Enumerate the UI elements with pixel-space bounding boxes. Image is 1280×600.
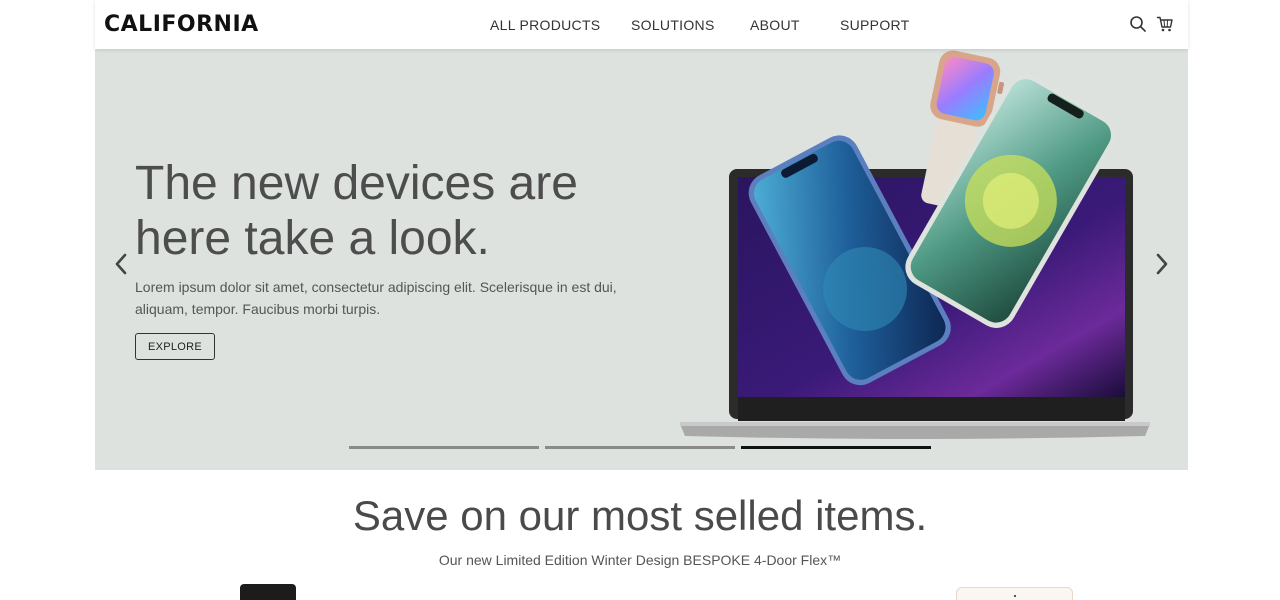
site-header: CALIFORNIA ALL PRODUCTS SOLUTIONS ABOUT …	[95, 0, 1188, 49]
cart-icon[interactable]	[1156, 15, 1174, 33]
hero-description: Lorem ipsum dolor sit amet, consectetur …	[135, 279, 617, 317]
carousel-indicator-1[interactable]	[349, 446, 539, 449]
product-image-right[interactable]	[956, 587, 1073, 600]
carousel-next-arrow-icon[interactable]	[1150, 249, 1174, 279]
carousel-prev-arrow-icon[interactable]	[109, 249, 133, 279]
brand-logo[interactable]: CALIFORNIA	[104, 12, 259, 38]
devices-hero-image	[680, 50, 1150, 439]
nav-item-solutions[interactable]: SOLUTIONS	[631, 17, 715, 33]
carousel-indicator-3[interactable]	[741, 446, 931, 449]
product-image-left[interactable]	[240, 584, 296, 600]
product-dot	[1014, 595, 1016, 597]
hero-carousel: The new devices are here take a look. Lo…	[95, 49, 1188, 470]
nav-item-all-products[interactable]: ALL PRODUCTS	[490, 17, 600, 33]
carousel-indicators	[349, 446, 931, 449]
explore-button[interactable]: EXPLORE	[135, 333, 215, 360]
search-icon[interactable]	[1129, 15, 1147, 33]
section-subtitle: Our new Limited Edition Winter Design BE…	[438, 552, 842, 568]
carousel-indicator-2[interactable]	[545, 446, 735, 449]
page: CALIFORNIA ALL PRODUCTS SOLUTIONS ABOUT …	[0, 0, 1280, 600]
nav-item-support[interactable]: SUPPORT	[840, 17, 910, 33]
section-title: Save on our most selled items.	[352, 492, 928, 539]
hero-title: The new devices are here take a look.	[135, 157, 578, 265]
nav-item-about[interactable]: ABOUT	[750, 17, 800, 33]
